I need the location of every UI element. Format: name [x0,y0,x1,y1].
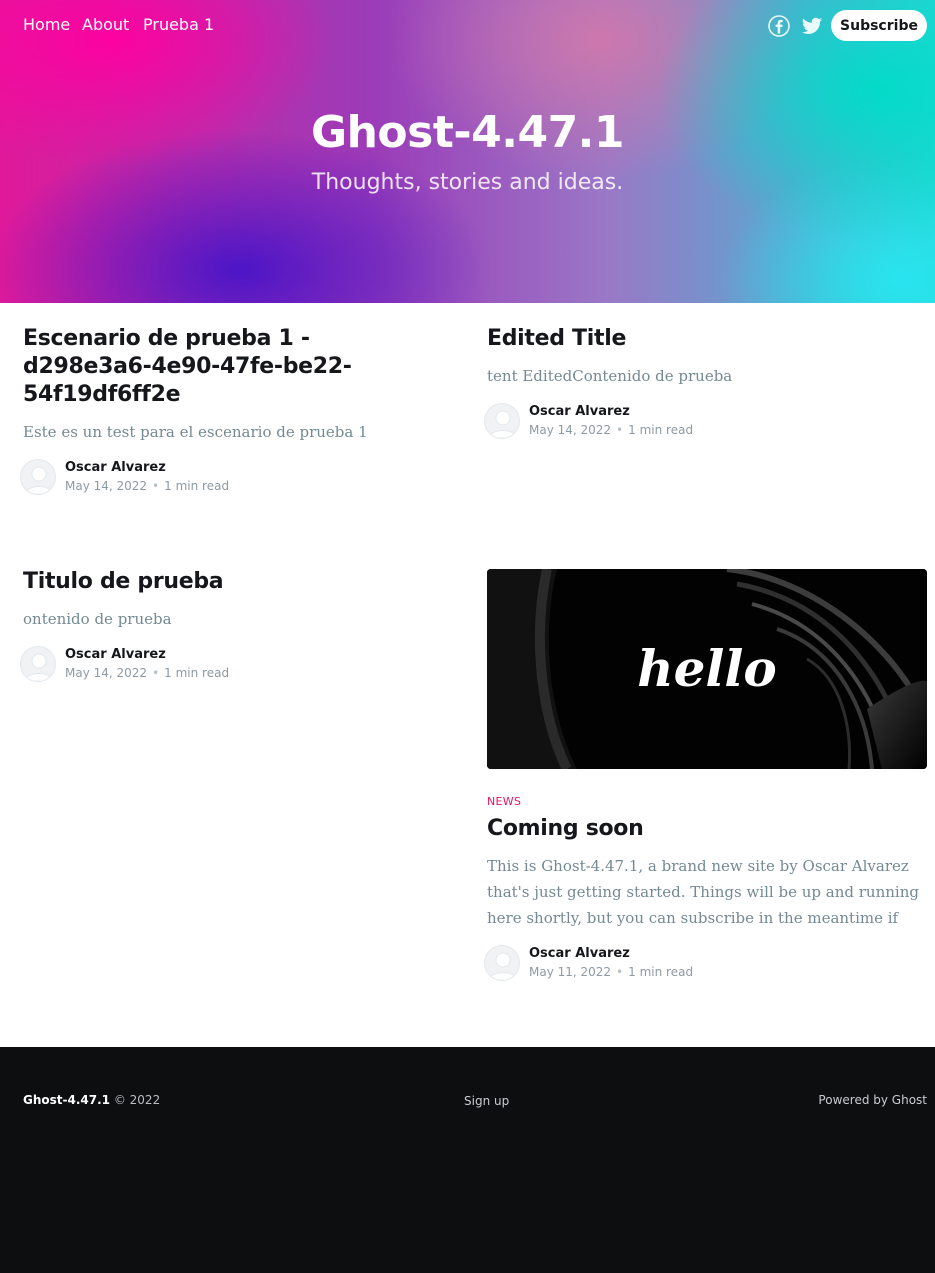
user-avatar-icon [488,952,518,980]
post-excerpt: This is Ghost-4.47.1, a brand new site b… [487,857,919,927]
post-date-line: May 11, 2022 • 1 min read [529,964,693,980]
reading-time: 1 min read [164,479,230,493]
site-header: Home About Prueba 1 Subscribe Ghost-4.47… [0,0,935,303]
post-feature-image[interactable]: hello [487,569,927,769]
twitter-icon[interactable] [801,15,823,37]
footer-copyright: Ghost-4.47.1 © 2022 [23,1092,160,1108]
site-description: Thoughts, stories and ideas. [311,170,624,195]
footer-site-link[interactable]: Ghost-4.47.1 [23,1093,110,1107]
powered-by-ghost-link[interactable]: Powered by Ghost [818,1092,927,1108]
bullet-separator: • [152,479,160,493]
post-card[interactable]: Escenario de prueba 1 - d298e3a6-4e90-47… [20,325,443,495]
avatar[interactable] [20,646,56,682]
facebook-icon[interactable] [768,15,790,37]
post-meta: Oscar Alvarez May 14, 2022 • 1 min read [20,459,443,495]
post-date: May 14, 2022 [529,423,612,437]
author-name[interactable]: Oscar Alvarez [529,403,630,421]
bullet-separator: • [616,965,624,979]
post-date: May 14, 2022 [65,479,148,493]
post-title[interactable]: Titulo de prueba [23,568,443,596]
nav-prueba-1-link[interactable]: Prueba 1 [143,15,214,35]
post-date-line: May 14, 2022 • 1 min read [65,665,229,681]
bullet-separator: • [616,423,624,437]
site-title: Ghost-4.47.1 [310,107,625,158]
reading-time: 1 min read [628,965,694,979]
avatar[interactable] [484,403,520,439]
post-excerpt: Este es un test para el escenario de pru… [23,423,368,441]
site-footer: Ghost-4.47.1 © 2022 Sign up Powered by G… [0,1047,935,1273]
post-date: May 14, 2022 [65,666,148,680]
post-card[interactable]: Titulo de prueba ontenido de prueba Osca… [20,568,443,682]
nav-home-link[interactable]: Home [23,15,70,35]
post-date-line: May 14, 2022 • 1 min read [529,422,693,438]
user-avatar-icon [488,410,518,438]
user-avatar-icon [24,653,54,681]
copyright-year: © 2022 [113,1093,161,1107]
post-excerpt: ontenido de prueba [23,610,172,628]
post-title[interactable]: Escenario de prueba 1 - d298e3a6-4e90-47… [23,325,443,409]
user-avatar-icon [24,466,54,494]
post-card[interactable]: Edited Title tent EditedContenido de pru… [484,325,927,439]
post-title[interactable]: Coming soon [487,815,927,843]
post-tag[interactable]: NEWS [487,795,927,809]
post-card[interactable]: hello NEWS Coming soon This is Ghost-4.4… [484,569,927,981]
post-date: May 11, 2022 [529,965,612,979]
image-caption: hello [637,639,777,698]
post-date-line: May 14, 2022 • 1 min read [65,478,229,494]
reading-time: 1 min read [164,666,230,680]
author-name[interactable]: Oscar Alvarez [65,646,166,664]
nav-about-link[interactable]: About [82,15,129,35]
reading-time: 1 min read [628,423,694,437]
subscribe-button[interactable]: Subscribe [831,10,927,41]
bullet-separator: • [152,666,160,680]
post-title[interactable]: Edited Title [487,325,927,353]
post-meta: Oscar Alvarez May 14, 2022 • 1 min read [484,403,927,439]
post-meta: Oscar Alvarez May 11, 2022 • 1 min read [484,945,927,981]
post-excerpt: tent EditedContenido de prueba [487,367,733,385]
avatar[interactable] [20,459,56,495]
post-meta: Oscar Alvarez May 14, 2022 • 1 min read [20,646,443,682]
avatar[interactable] [484,945,520,981]
author-name[interactable]: Oscar Alvarez [529,945,630,963]
author-name[interactable]: Oscar Alvarez [65,459,166,477]
footer-signup-link[interactable]: Sign up [464,1093,509,1109]
